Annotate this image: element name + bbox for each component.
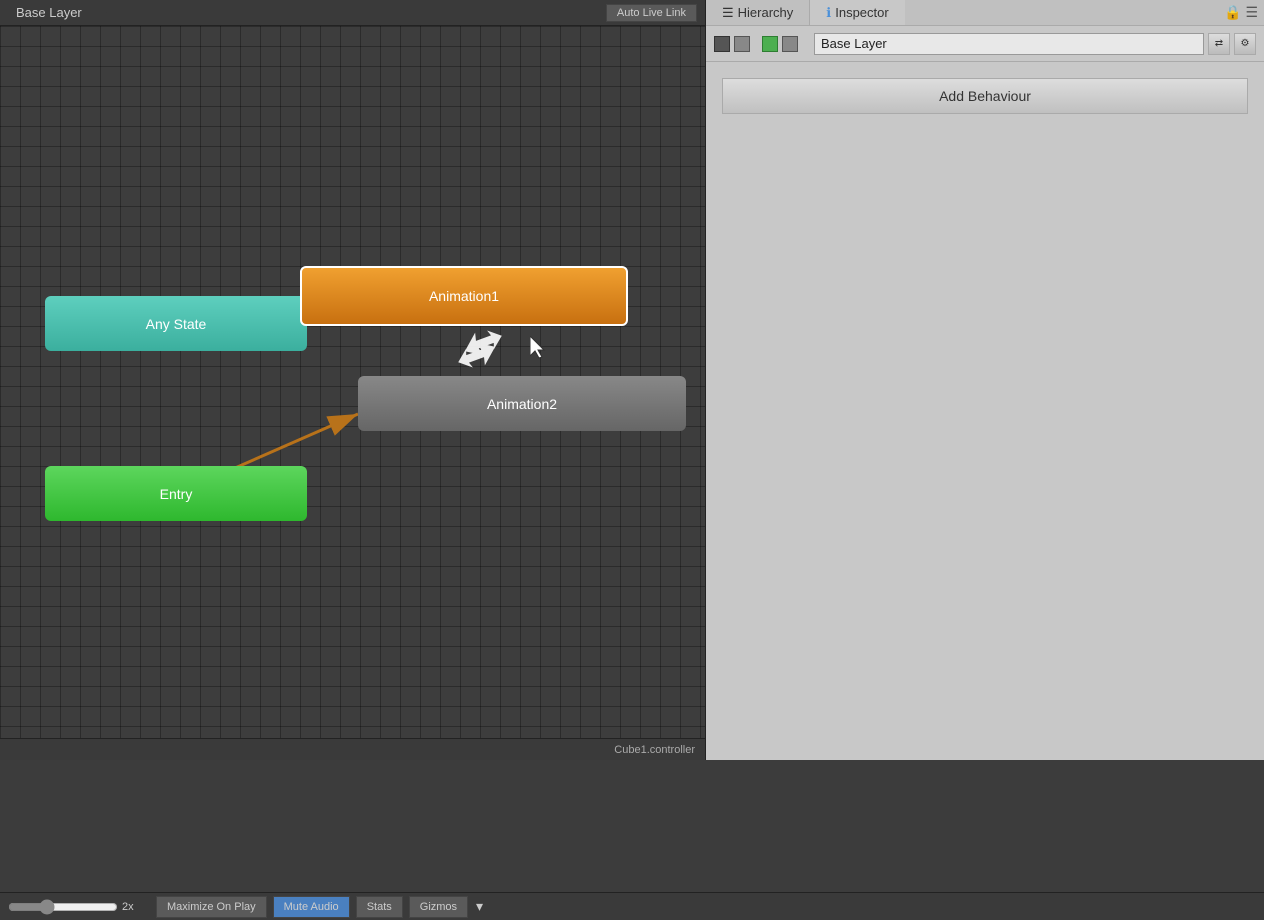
- layer-icon-dark1: [714, 36, 730, 52]
- animator-header: Base Layer Auto Live Link: [0, 0, 705, 26]
- network-icon-btn[interactable]: ⇄: [1208, 33, 1230, 55]
- animator-canvas[interactable]: Any State Entry Animation1 Animation2: [0, 26, 705, 738]
- zoom-label: 2x: [122, 901, 150, 913]
- maximize-on-play-button[interactable]: Maximize On Play: [156, 896, 267, 918]
- any-state-node[interactable]: Any State: [45, 296, 307, 351]
- animator-title: Base Layer: [8, 3, 112, 22]
- file-name: Cube1.controller: [614, 744, 695, 756]
- entry-node[interactable]: Entry: [45, 466, 307, 521]
- layer-icon-green: [762, 36, 778, 52]
- more-options-icon[interactable]: ☰: [1245, 4, 1258, 21]
- more-toolbar-icon[interactable]: ▾: [476, 898, 483, 915]
- inspector-icon: ℹ: [826, 5, 831, 21]
- inspector-panel: ☰ Hierarchy ℹ Inspector 🔒 ☰: [706, 0, 1264, 760]
- mute-audio-button[interactable]: Mute Audio: [273, 896, 350, 918]
- animator-panel: Base Layer Auto Live Link: [0, 0, 706, 760]
- animator-footer: Cube1.controller: [0, 738, 705, 760]
- cursor: [530, 336, 550, 360]
- lock-icon[interactable]: 🔒: [1224, 4, 1241, 21]
- inspector-header-bar: ☰ Hierarchy ℹ Inspector 🔒 ☰: [706, 0, 1264, 26]
- stats-button[interactable]: Stats: [356, 896, 403, 918]
- add-behaviour-button[interactable]: Add Behaviour: [722, 78, 1248, 114]
- top-section: Base Layer Auto Live Link: [0, 0, 1264, 892]
- tab-inspector-label: Inspector: [835, 5, 888, 20]
- inspector-content: Add Behaviour: [706, 62, 1264, 760]
- entry-label: Entry: [160, 486, 193, 502]
- gizmos-button[interactable]: Gizmos: [409, 896, 468, 918]
- hierarchy-icon: ☰: [722, 5, 734, 21]
- tab-hierarchy[interactable]: ☰ Hierarchy: [706, 0, 810, 25]
- inspector-window-controls: 🔒 ☰: [1224, 4, 1264, 21]
- layer-icon-light1: [734, 36, 750, 52]
- inspector-toolbar: ⇄ ⚙: [706, 26, 1264, 62]
- animation1-label: Animation1: [429, 288, 499, 304]
- slider-container: 2x: [8, 899, 150, 915]
- animation2-node[interactable]: Animation2: [358, 376, 686, 431]
- layer-icon-light2: [782, 36, 798, 52]
- animation2-label: Animation2: [487, 396, 557, 412]
- auto-live-link-button[interactable]: Auto Live Link: [606, 4, 697, 22]
- layer-name-input[interactable]: [814, 33, 1204, 55]
- tab-hierarchy-label: Hierarchy: [738, 5, 794, 20]
- bottom-toolbar: 2x Maximize On Play Mute Audio Stats Giz…: [0, 892, 1264, 920]
- zoom-slider[interactable]: [8, 899, 118, 915]
- any-state-label: Any State: [146, 316, 207, 332]
- transition-arrows: [455, 324, 505, 374]
- animation1-node[interactable]: Animation1: [300, 266, 628, 326]
- tab-inspector[interactable]: ℹ Inspector: [810, 0, 904, 25]
- main-container: Base Layer Auto Live Link: [0, 0, 1264, 920]
- settings-icon-btn[interactable]: ⚙: [1234, 33, 1256, 55]
